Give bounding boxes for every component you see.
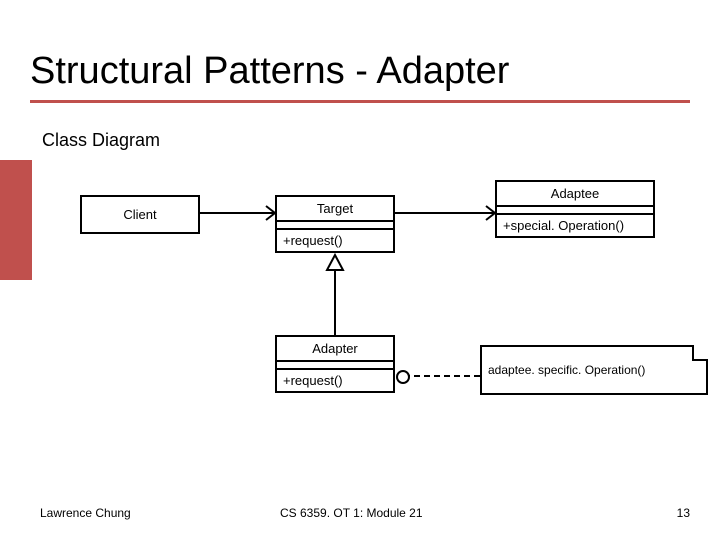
subtitle: Class Diagram	[42, 130, 160, 151]
footer-author: Lawrence Chung	[40, 506, 131, 520]
note-anchor-icon	[396, 370, 410, 384]
class-mid	[497, 207, 653, 215]
class-name: Client	[82, 197, 198, 232]
uml-class-adapter: Adapter +request()	[275, 335, 395, 393]
note-connector	[404, 375, 480, 377]
class-name: Target	[277, 197, 393, 222]
note-fold-icon	[692, 345, 708, 361]
title-underline	[30, 100, 690, 103]
accent-bar	[0, 160, 32, 280]
class-mid	[277, 362, 393, 370]
class-name: Adapter	[277, 337, 393, 362]
class-op: +special. Operation()	[497, 215, 653, 236]
page-title: Structural Patterns - Adapter	[30, 50, 509, 93]
uml-class-target: Target +request()	[275, 195, 395, 253]
uml-class-adaptee: Adaptee +special. Operation()	[495, 180, 655, 238]
footer-page: 13	[677, 506, 690, 520]
class-op: +request()	[277, 230, 393, 251]
uml-note: adaptee. specific. Operation()	[480, 345, 708, 395]
class-name: Adaptee	[497, 182, 653, 207]
class-mid	[277, 222, 393, 230]
footer-course: CS 6359. OT 1: Module 21	[280, 506, 423, 520]
class-op: +request()	[277, 370, 393, 391]
uml-class-client: Client	[80, 195, 200, 234]
note-text: adaptee. specific. Operation()	[488, 363, 645, 377]
